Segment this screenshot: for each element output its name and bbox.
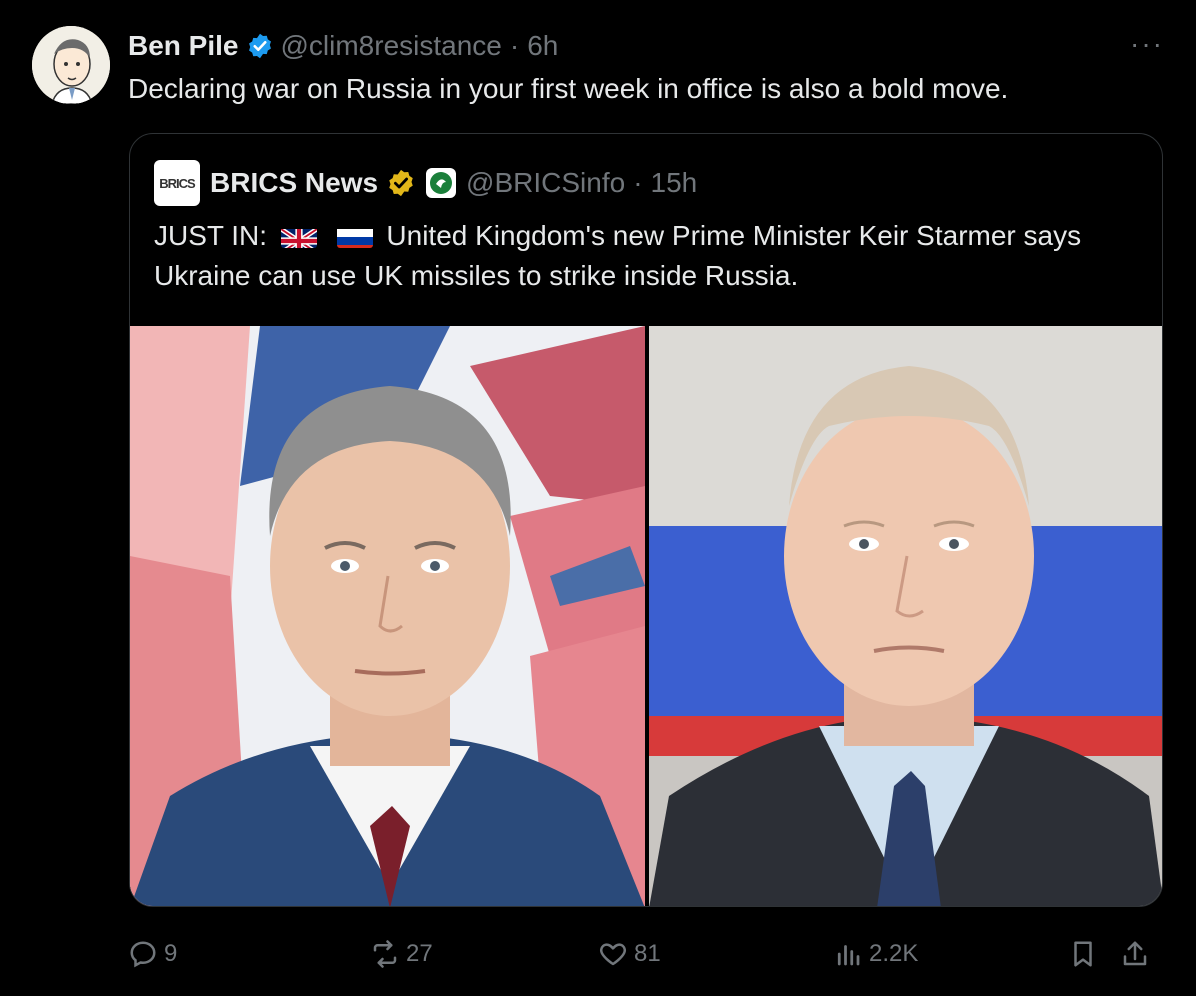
quoted-author-name[interactable]: BRICS News — [210, 167, 378, 199]
like-icon — [600, 943, 626, 966]
share-icon — [1123, 941, 1147, 966]
like-button[interactable]: 81 — [598, 934, 661, 974]
quoted-media[interactable] — [130, 326, 1162, 906]
quoted-text-prefix: JUST IN: — [154, 220, 268, 251]
quoted-handle[interactable]: @BRICSinfo — [466, 167, 625, 199]
more-icon[interactable]: ··· — [1130, 28, 1164, 60]
quoted-avatar[interactable]: BRICS — [154, 160, 200, 206]
views-icon — [837, 945, 860, 966]
views-count: 2.2K — [869, 940, 919, 967]
uk-flag-icon — [280, 224, 317, 248]
starmer-photo[interactable] — [130, 326, 645, 906]
russia-flag-icon — [336, 224, 373, 248]
author-handle[interactable]: @clim8resistance — [280, 30, 501, 62]
bookmark-button[interactable] — [1068, 934, 1104, 974]
repost-button[interactable]: 27 — [370, 934, 433, 974]
author-name[interactable]: Ben Pile — [128, 30, 238, 62]
quoted-header: BRICS BRICS News @BRICSinfo · 15h — [154, 160, 697, 206]
action-bar: 9 27 81 2.2K — [128, 934, 1162, 974]
gold-verified-badge-icon[interactable] — [386, 168, 416, 198]
quoted-tweet[interactable]: BRICS BRICS News @BRICSinfo · 15h JUST I… — [129, 133, 1163, 907]
repost-icon — [373, 940, 397, 968]
repost-count: 27 — [406, 940, 433, 967]
quoted-separator: · — [633, 167, 643, 198]
reply-button[interactable]: 9 — [128, 934, 177, 974]
tweet-header: Ben Pile @clim8resistance · 6h — [128, 26, 558, 66]
avatar-caricature-image — [32, 26, 110, 104]
putin-photo[interactable] — [649, 326, 1162, 906]
tweet-text: Declaring war on Russia in your first we… — [128, 73, 1009, 104]
verified-badge-icon[interactable] — [246, 32, 274, 60]
tweet-time[interactable]: 6h — [527, 30, 558, 62]
reply-icon — [130, 941, 156, 968]
like-count: 81 — [634, 940, 661, 967]
quoted-text: JUST IN: United Kingdom's new Prime Mini… — [154, 216, 1144, 296]
avatar[interactable] — [32, 26, 110, 104]
bookmark-icon — [1074, 941, 1092, 967]
views-button[interactable]: 2.2K — [833, 934, 918, 974]
share-button[interactable] — [1120, 934, 1156, 974]
quoted-time[interactable]: 15h — [651, 167, 698, 199]
reply-count: 9 — [164, 940, 178, 967]
affiliate-badge-icon[interactable] — [426, 168, 457, 198]
separator-dot: · — [509, 30, 520, 61]
